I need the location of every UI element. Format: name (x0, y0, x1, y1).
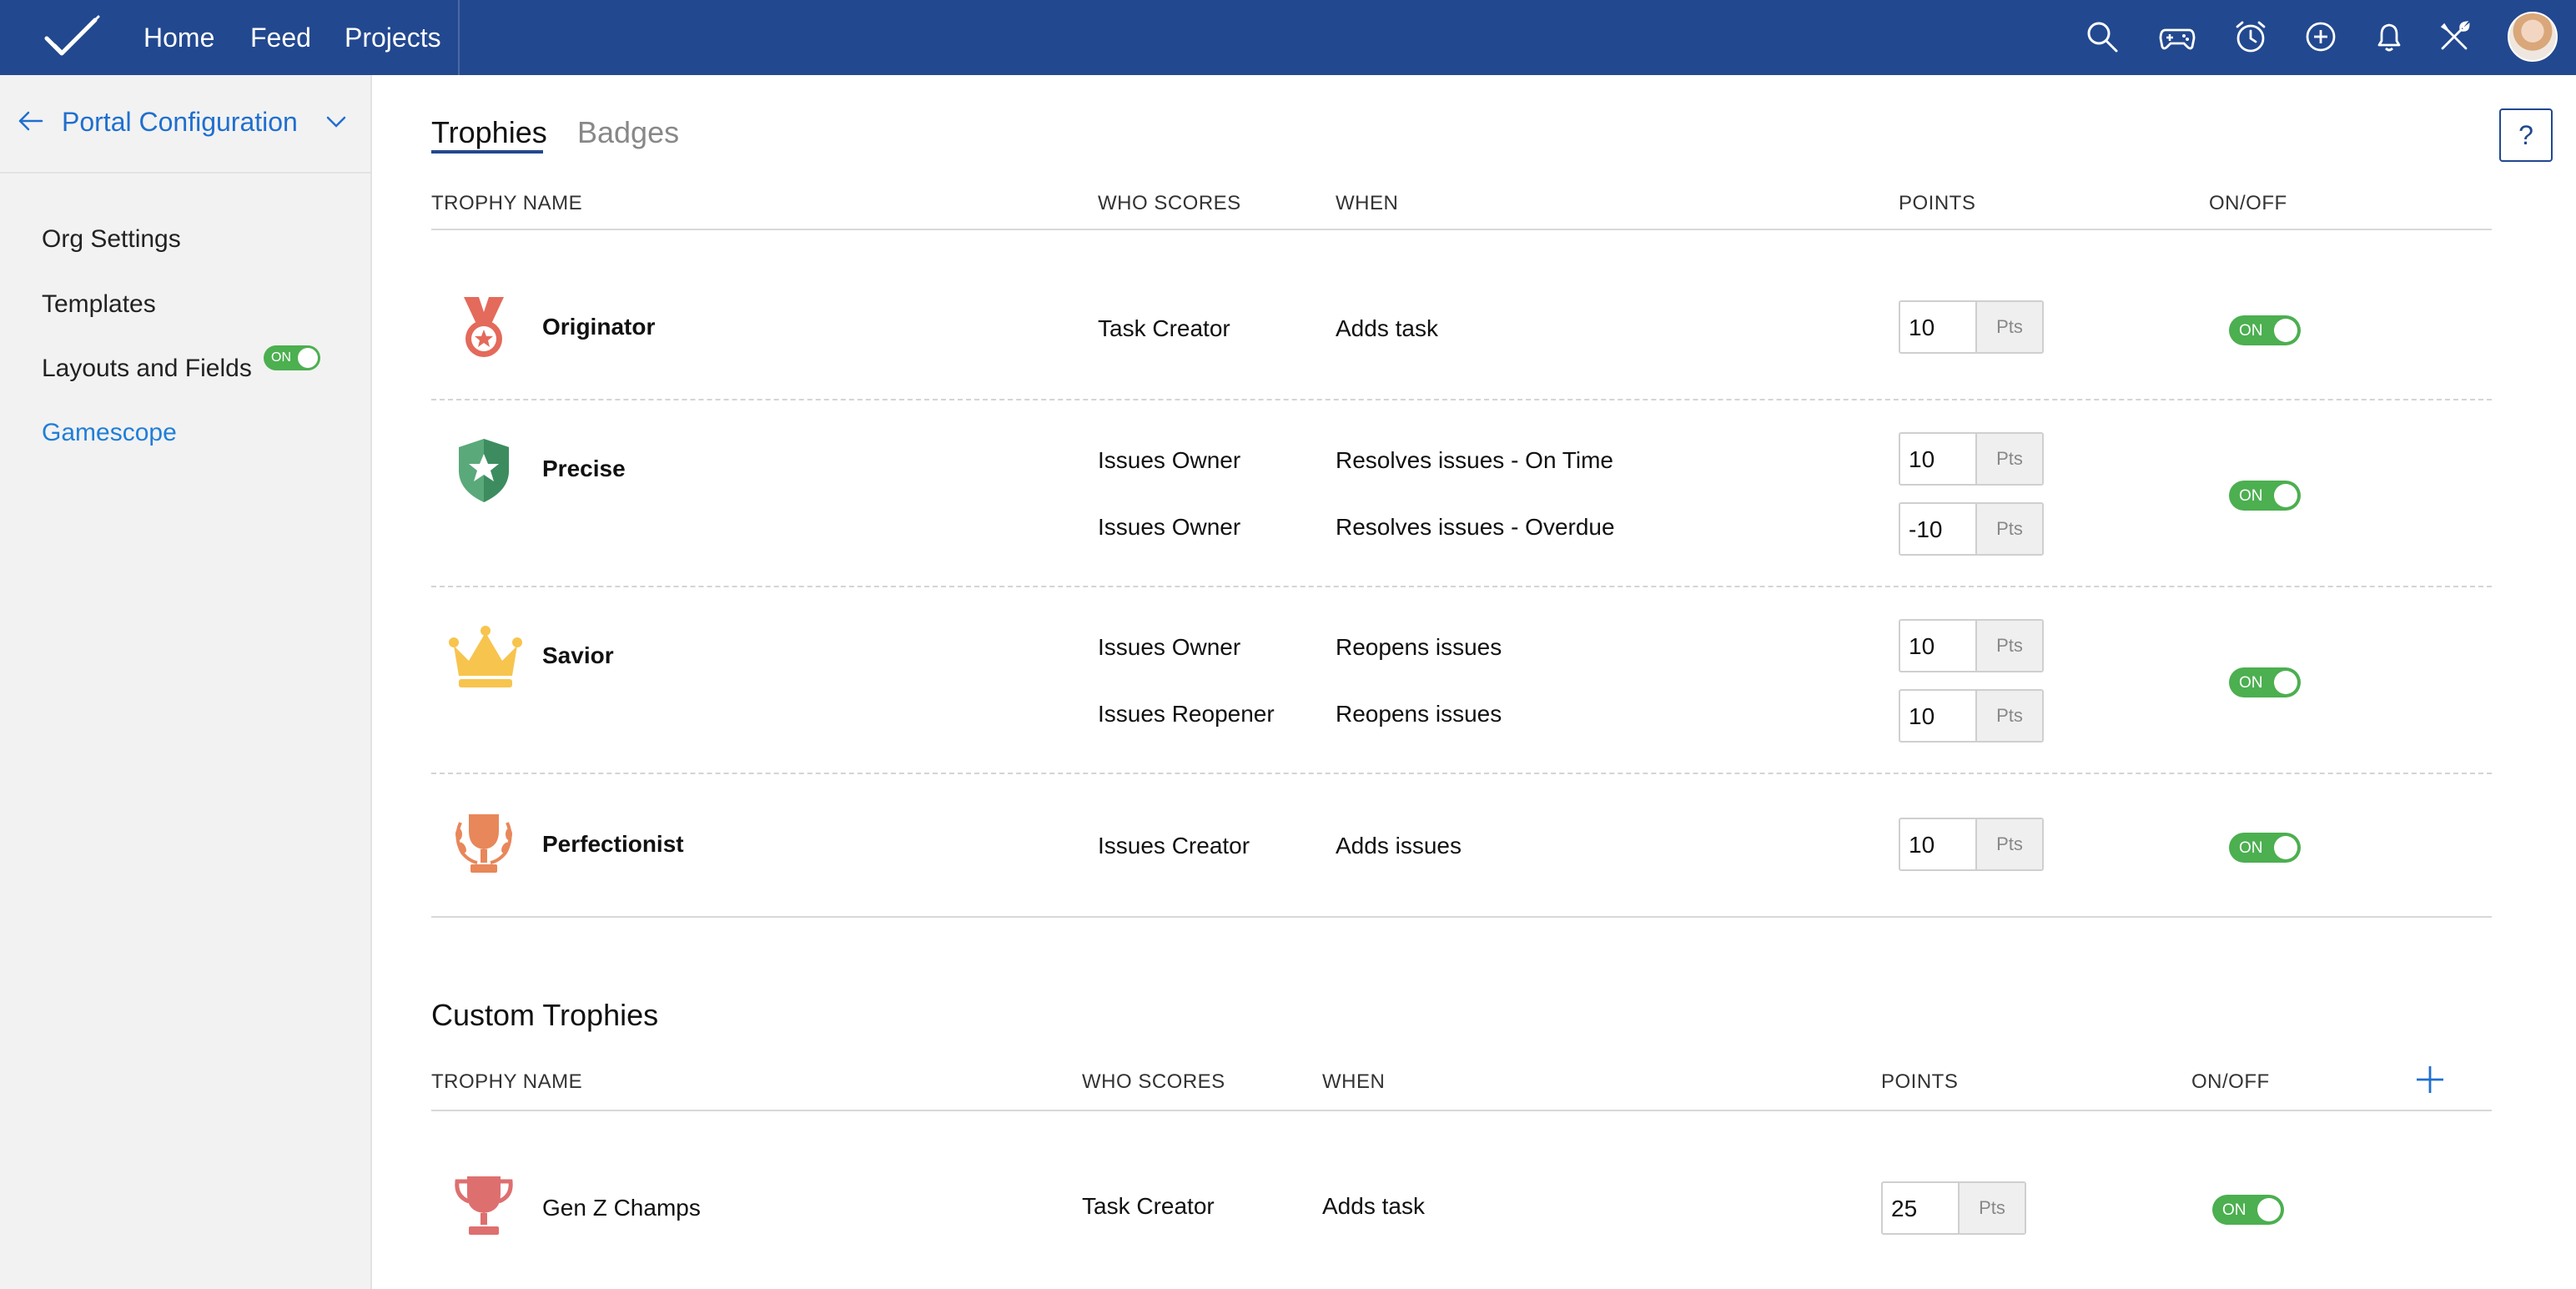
nav-home[interactable]: Home (143, 0, 214, 75)
user-avatar[interactable] (2508, 12, 2558, 62)
points-input[interactable]: 10 Pts (1899, 432, 2044, 486)
trophy-name: Perfectionist (542, 831, 684, 857)
when: Reopens issues (1336, 634, 1502, 660)
when: Resolves issues - Overdue (1336, 514, 1615, 540)
points-input[interactable]: 10 Pts (1899, 818, 2044, 871)
column-header-when: WHEN (1336, 192, 1399, 214)
search-icon[interactable] (2080, 15, 2124, 58)
custom-trophies-title: Custom Trophies (431, 998, 659, 1032)
when: Adds issues (1336, 833, 1462, 858)
row-divider (431, 399, 2492, 400)
column-header-when: WHEN (1322, 1070, 1386, 1093)
points-input[interactable]: -10 Pts (1899, 502, 2044, 556)
who-scores: Issues Owner (1098, 514, 1241, 540)
portal-configuration-title[interactable]: Portal Configuration (62, 107, 298, 138)
nav-divider (458, 0, 460, 75)
gamepad-icon[interactable] (2156, 15, 2199, 58)
crown-icon (449, 626, 522, 687)
column-header-trophy-name: TROPHY NAME (431, 1070, 583, 1093)
when: Adds task (1322, 1193, 1425, 1219)
sidebar-item-org-settings[interactable]: Org Settings (42, 225, 181, 254)
tab-badges[interactable]: Badges (577, 115, 679, 150)
sidebar-header: Portal Configuration (0, 75, 372, 174)
sidebar: Portal Configuration Org Settings Templa… (0, 75, 372, 1289)
points-input[interactable]: 25 Pts (1881, 1181, 2026, 1235)
app-logo-icon[interactable] (43, 13, 102, 62)
who-scores: Issues Owner (1098, 447, 1241, 473)
column-header-points: POINTS (1899, 192, 1976, 214)
row-divider (431, 586, 2492, 587)
trophy-toggle[interactable]: ON (2229, 833, 2301, 863)
points-input[interactable]: 10 Pts (1899, 300, 2044, 354)
trophy-name: Precise (542, 456, 626, 481)
chevron-down-icon[interactable] (325, 113, 347, 130)
tab-trophies[interactable]: Trophies (431, 115, 547, 150)
trophy-name: Gen Z Champs (542, 1195, 701, 1221)
nav-projects[interactable]: Projects (345, 0, 441, 75)
trophy-toggle[interactable]: ON (2229, 315, 2301, 345)
column-header-on-off: ON/OFF (2209, 192, 2287, 214)
shield-star-icon (459, 439, 509, 502)
top-bar: Home Feed Projects (0, 0, 2576, 75)
column-header-on-off: ON/OFF (2191, 1070, 2270, 1093)
medal-icon (464, 297, 504, 357)
help-button[interactable]: ? (2499, 108, 2553, 162)
trophy-name: Originator (542, 314, 656, 340)
trophy-toggle[interactable]: ON (2229, 481, 2301, 511)
points-input[interactable]: 10 Pts (1899, 619, 2044, 672)
add-custom-trophy-icon[interactable] (2413, 1063, 2447, 1096)
trophy-name: Savior (542, 642, 614, 668)
sidebar-item-gamescope[interactable]: Gamescope (42, 419, 177, 447)
who-scores: Issues Creator (1098, 833, 1250, 858)
gamescope-toggle[interactable]: ON (264, 345, 320, 370)
sidebar-item-templates[interactable]: Templates (42, 290, 156, 319)
when: Resolves issues - On Time (1336, 447, 1613, 473)
table-bottom-divider (431, 916, 2492, 918)
trophy-toggle[interactable]: ON (2229, 667, 2301, 697)
when: Adds task (1336, 315, 1438, 341)
column-header-trophy-name: TROPHY NAME (431, 192, 583, 214)
row-divider (431, 773, 2492, 774)
column-header-who-scores: WHO SCORES (1082, 1070, 1225, 1093)
who-scores: Issues Reopener (1098, 701, 1275, 727)
bell-icon[interactable] (2367, 15, 2411, 58)
timer-icon[interactable] (2229, 15, 2272, 58)
nav-feed[interactable]: Feed (250, 0, 311, 75)
trophy-toggle[interactable]: ON (2212, 1195, 2284, 1225)
who-scores: Issues Owner (1098, 634, 1241, 660)
header-divider (431, 229, 2492, 230)
column-header-points: POINTS (1881, 1070, 1959, 1093)
who-scores: Task Creator (1082, 1193, 1215, 1219)
custom-header-divider (431, 1110, 2492, 1111)
tools-icon[interactable] (2433, 15, 2476, 58)
active-tab-indicator (431, 150, 543, 154)
when: Reopens issues (1336, 701, 1502, 727)
add-circle-icon[interactable] (2299, 15, 2342, 58)
who-scores: Task Creator (1098, 315, 1230, 341)
sidebar-item-layouts-and-fields[interactable]: Layouts and Fields (42, 355, 252, 383)
points-input[interactable]: 10 Pts (1899, 689, 2044, 743)
column-header-who-scores: WHO SCORES (1098, 192, 1241, 214)
back-arrow-icon[interactable] (17, 107, 45, 135)
trophy-cup-icon (455, 1176, 513, 1235)
laurel-trophy-icon (455, 814, 512, 873)
